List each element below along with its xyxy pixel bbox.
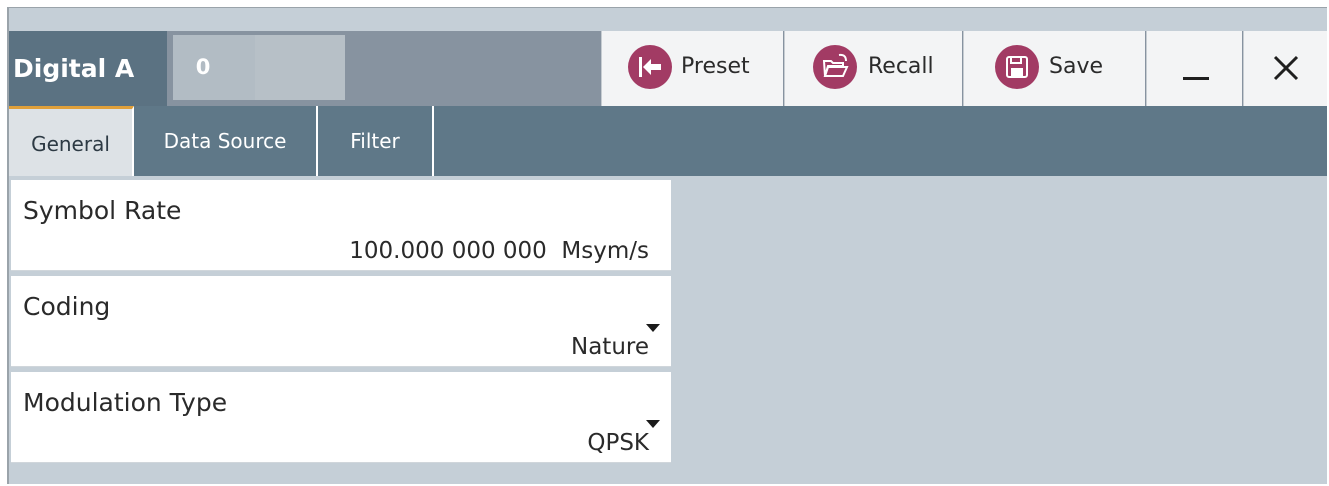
tab-general[interactable]: General — [9, 106, 134, 176]
floppy-disk-icon — [995, 45, 1039, 89]
dropdown-caret-icon — [646, 420, 660, 428]
modulation-type-value: QPSK — [587, 430, 649, 456]
symbol-rate-value: 100.000 000 000 Msym/s — [349, 238, 649, 264]
modulation-type-label: Modulation Type — [23, 388, 228, 417]
minimize-button[interactable] — [1146, 31, 1242, 106]
symbol-rate-field[interactable]: Symbol Rate 100.000 000 000 Msym/s — [11, 180, 671, 271]
modulation-type-select[interactable]: Modulation Type QPSK — [11, 372, 671, 463]
tab-filter-label: Filter — [350, 129, 400, 153]
tab-data-source[interactable]: Data Source — [134, 106, 318, 176]
close-button[interactable] — [1243, 31, 1327, 106]
folder-open-icon — [813, 45, 857, 89]
recall-button[interactable]: Recall — [784, 31, 962, 106]
window-title: Digital A — [9, 31, 167, 106]
dialog-window: Digital A 0 Preset Recall Save General D… — [7, 7, 1327, 484]
dropdown-caret-icon — [646, 324, 660, 332]
title-bar: Digital A 0 Preset Recall Save — [9, 31, 1327, 106]
preset-icon — [628, 45, 672, 89]
title-bar-spacer — [255, 35, 345, 100]
preset-label: Preset — [681, 54, 750, 79]
save-label: Save — [1049, 54, 1104, 79]
save-button[interactable]: Save — [963, 31, 1145, 106]
tab-filter[interactable]: Filter — [318, 106, 434, 176]
channel-indicator: 0 — [173, 35, 255, 100]
close-icon — [1271, 53, 1301, 89]
coding-select[interactable]: Coding Nature — [11, 276, 671, 367]
preset-button[interactable]: Preset — [601, 31, 783, 106]
tab-bar: General Data Source Filter — [9, 106, 1327, 176]
tab-data-source-label: Data Source — [163, 129, 287, 153]
coding-value: Nature — [571, 334, 649, 360]
minimize-icon — [1183, 77, 1209, 80]
tab-general-label: General — [31, 132, 110, 156]
recall-label: Recall — [868, 54, 934, 79]
symbol-rate-label: Symbol Rate — [23, 196, 182, 225]
coding-label: Coding — [23, 292, 111, 321]
channel-indicator-value: 0 — [195, 55, 211, 79]
